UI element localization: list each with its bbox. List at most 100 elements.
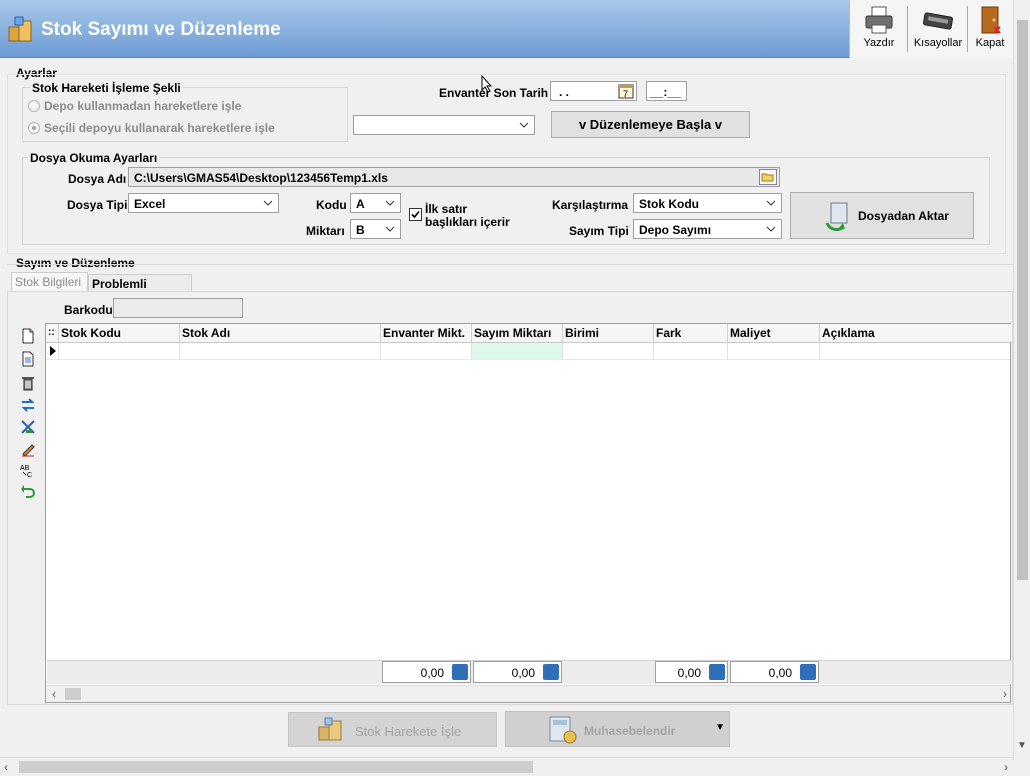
import-button-label: Dosyadan Aktar (858, 209, 949, 223)
post-to-stock-button[interactable]: Stok Harekete İşle (288, 712, 497, 747)
checkmark-icon (411, 210, 420, 219)
toolbar-divider (967, 6, 968, 52)
code-column-select[interactable]: A (350, 193, 401, 213)
scrollbar-thumb[interactable] (1017, 20, 1028, 580)
svg-text:C: C (27, 472, 32, 478)
file-name-label: Dosya Adı (68, 172, 127, 186)
total-inventory-qty: 0,00 (382, 661, 471, 683)
pencil-icon[interactable] (20, 441, 36, 457)
stock-grid[interactable]: :: Stok Kodu Stok Adı Envanter Mikt. Say… (45, 323, 1012, 703)
radio-no-depot[interactable] (28, 100, 40, 112)
toolbar-divider (907, 6, 908, 52)
import-file-icon (825, 202, 848, 231)
compare-select[interactable]: Stok Kodu (633, 193, 782, 213)
toolbar: Yazdır Kısayollar Kapat (849, 0, 1013, 58)
barcode-input[interactable] (113, 298, 243, 318)
col-stock-code[interactable]: Stok Kodu (59, 324, 180, 342)
post-button-label: Stok Harekete İşle (355, 724, 462, 739)
cell-cost[interactable] (728, 343, 820, 360)
depot-select[interactable] (353, 115, 535, 135)
first-row-headers-label-2: başlıkları içerir (425, 215, 510, 229)
undo-icon[interactable] (20, 483, 36, 499)
chevron-down-icon (519, 122, 529, 128)
vertical-scrollbar[interactable]: ▼ (1013, 0, 1030, 760)
close-label: Kapat (975, 37, 1005, 49)
col-stock-name[interactable]: Stok Adı (180, 324, 381, 342)
col-inventory-qty[interactable]: Envanter Mikt. (381, 324, 472, 342)
compare-label: Karşılaştırma (552, 198, 629, 212)
radio-selected-depot[interactable] (28, 122, 40, 134)
cell-stock-code[interactable] (59, 343, 180, 360)
cell-count-qty[interactable] (472, 343, 563, 360)
grid-scroll-thumb[interactable] (65, 688, 81, 700)
cell-unit[interactable] (563, 343, 654, 360)
first-row-headers-label-1: İlk satır (425, 202, 468, 216)
new-record-icon[interactable] (20, 328, 36, 344)
cell-description[interactable] (820, 343, 1010, 360)
compare-value: Stok Kodu (639, 197, 699, 211)
close-button[interactable]: Kapat (970, 2, 1010, 56)
file-name-input[interactable]: C:\Users\GMAS54\Desktop\123456Temp1.xls (128, 167, 780, 187)
inventory-last-date-label: Envanter Son Tarih (439, 86, 549, 100)
col-count-qty[interactable]: Sayım Miktarı (472, 324, 563, 342)
col-unit[interactable]: Birimi (563, 324, 654, 342)
grid-header: :: Stok Kodu Stok Adı Envanter Mikt. Say… (46, 324, 1012, 343)
file-settings-label: Dosya Okuma Ayarları (28, 151, 160, 165)
col-difference[interactable]: Fark (654, 324, 728, 342)
calculator-icon[interactable] (800, 664, 816, 680)
first-row-headers-checkbox[interactable] (409, 208, 422, 221)
count-type-select[interactable]: Depo Sayımı (633, 219, 782, 239)
radio-no-depot-label: Depo kullanmadan hareketlere işle (44, 99, 242, 113)
grid-indicator-header: :: (46, 324, 59, 342)
inventory-date-input[interactable]: . . 7 (550, 81, 637, 101)
replace-text-icon[interactable]: ABC (20, 462, 36, 478)
calculator-icon[interactable] (543, 664, 559, 680)
printer-icon (865, 6, 893, 34)
scroll-right-arrow-icon[interactable]: › (1003, 687, 1007, 701)
print-label: Yazdır (863, 37, 895, 49)
count-section-label: Sayım ve Düzenleme (16, 256, 135, 270)
scroll-left-arrow-icon[interactable]: ‹ (52, 687, 56, 701)
count-type-value: Depo Sayımı (639, 223, 712, 237)
shortcuts-button[interactable]: Kısayollar (912, 2, 964, 56)
window-scroll-thumb[interactable] (19, 761, 533, 773)
accounting-button[interactable]: Muhasebelendir ▼ (505, 711, 730, 747)
window-horizontal-scrollbar[interactable]: ‹ › (0, 757, 1013, 776)
calendar-icon[interactable]: 7 (618, 83, 634, 99)
tab-stock-info[interactable]: Stok Bilgileri (11, 272, 88, 291)
start-editing-button[interactable]: v Düzenlemeye Başla v (551, 111, 750, 138)
calculator-icon[interactable] (709, 664, 725, 680)
cross-tools-icon[interactable] (20, 419, 36, 435)
cell-difference[interactable] (654, 343, 728, 360)
scroll-left-arrow-icon[interactable]: ‹ (4, 760, 8, 774)
folder-open-icon[interactable] (759, 169, 777, 185)
tab-problem-stocks[interactable]: Problemli Stoklar (88, 274, 192, 305)
exit-door-icon (981, 6, 1001, 34)
chevron-down-icon (766, 226, 776, 232)
window-title: Stok Sayımı ve Düzenleme (41, 19, 281, 40)
col-cost[interactable]: Maliyet (728, 324, 820, 342)
inventory-time-input[interactable]: __:__ (646, 81, 687, 101)
print-button[interactable]: Yazdır (856, 2, 902, 56)
quantity-label: Miktarı (306, 224, 345, 238)
col-description[interactable]: Açıklama (820, 324, 1010, 342)
cell-inventory-qty[interactable] (381, 343, 472, 360)
section-divider (7, 264, 1013, 265)
file-type-select[interactable]: Excel (128, 193, 279, 213)
quantity-column-select[interactable]: B (350, 219, 401, 239)
time-value: __:__ (650, 85, 681, 99)
scroll-right-arrow-icon[interactable]: › (1004, 760, 1008, 774)
svg-text:7: 7 (623, 89, 628, 99)
cell-stock-name[interactable] (180, 343, 381, 360)
chevron-down-icon (385, 200, 395, 206)
delete-trash-icon[interactable] (20, 375, 36, 391)
grid-horizontal-scrollbar[interactable]: ‹ › (46, 685, 1010, 702)
scroll-down-arrow-icon[interactable]: ▼ (1017, 740, 1027, 751)
accounting-dropdown-arrow-icon[interactable]: ▼ (715, 722, 725, 733)
swap-arrows-icon[interactable] (20, 397, 36, 413)
import-from-file-button[interactable]: Dosyadan Aktar (790, 192, 974, 239)
file-name-value: C:\Users\GMAS54\Desktop\123456Temp1.xls (134, 171, 388, 185)
calculator-icon[interactable] (452, 664, 468, 680)
total-cost: 0,00 (730, 661, 819, 683)
edit-record-icon[interactable] (20, 351, 36, 367)
